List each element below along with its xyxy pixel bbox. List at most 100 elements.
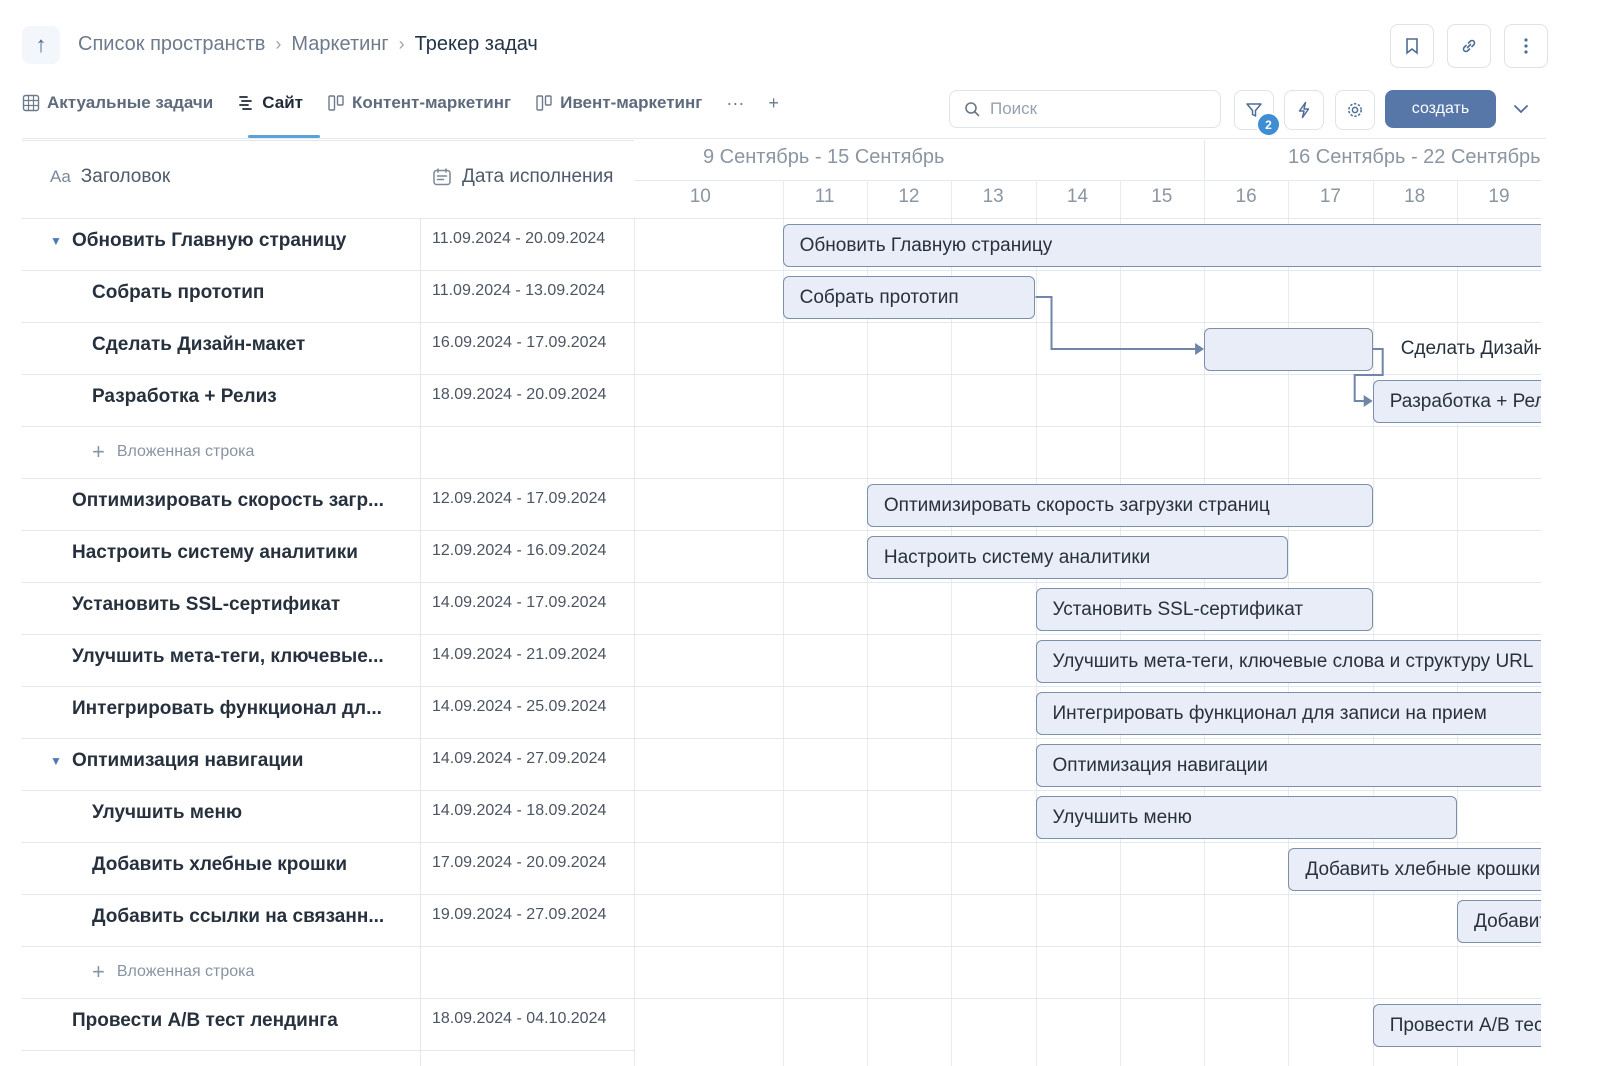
back-up-button[interactable]: ↑ [22,26,60,64]
gantt-bar[interactable]: Собрать прототип [782,276,1036,319]
row-divider [22,218,634,219]
task-title-text: Разработка + Релиз [92,386,277,407]
tab-site[interactable]: Сайт [237,93,303,113]
task-title[interactable]: ▼ Обновить Главную страницу [50,230,346,252]
gantt-bar[interactable]: Провести A/B тест ленди [1372,1004,1541,1047]
tab-content-marketing[interactable]: Контент-маркетинг [327,93,511,113]
task-title[interactable]: Улучшить меню [92,802,242,824]
gantt-bar[interactable]: Улучшить меню [1035,796,1457,839]
timeline-row-divider [634,530,1541,531]
timeline-row-divider [634,634,1541,635]
task-title[interactable]: Настроить систему аналитики [72,542,358,564]
tab-label: Сайт [262,93,303,112]
row-divider [22,322,634,323]
task-date-range[interactable]: 14.09.2024 - 21.09.2024 [432,646,606,664]
task-title[interactable]: ▼ Оптимизация навигации [50,750,303,772]
task-date-range[interactable]: 12.09.2024 - 16.09.2024 [432,542,606,560]
row-divider [22,686,634,687]
row-divider [22,998,634,999]
gantt-bar[interactable]: Установить SSL-сертификат [1035,588,1373,631]
task-date-range[interactable]: 14.09.2024 - 17.09.2024 [432,594,606,612]
copy-link-button[interactable] [1447,24,1491,68]
column-header-title[interactable]: Aa Заголовок [50,166,170,188]
task-title[interactable]: Улучшить мета-теги, ключевые... [72,646,384,668]
task-date-range[interactable]: 14.09.2024 - 25.09.2024 [432,698,606,716]
caret-down-icon[interactable]: ▼ [50,234,62,248]
task-title-text: Интегрировать функционал дл... [72,698,382,719]
add-subrow-button[interactable]: + Вложенная строка [92,959,254,985]
gantt-bar[interactable]: Настроить систему аналитики [866,536,1289,579]
create-button[interactable]: создать [1385,90,1496,128]
add-view-button[interactable]: + [768,93,779,114]
gantt-bar[interactable]: Интегрировать функционал для записи на п… [1035,692,1541,735]
gantt-bar[interactable]: Разработка + Релиз [1372,380,1541,423]
task-title-text: Добавить хлебные крошки [92,854,348,875]
task-title[interactable]: Провести A/B тест лендинга [72,1010,338,1032]
more-options-button[interactable] [1504,24,1548,68]
timeline-row-divider [634,894,1541,895]
add-subrow-button[interactable]: + Вложенная строка [92,439,254,465]
breadcrumb-item-marketing[interactable]: Маркетинг [291,33,388,56]
gantt-bar[interactable]: Добавить ссылк [1457,900,1541,943]
gantt-bar[interactable] [1204,328,1373,371]
timeline-row-divider [634,946,1541,947]
task-date-range[interactable]: 14.09.2024 - 18.09.2024 [432,802,606,820]
settings-button[interactable] [1335,90,1375,130]
task-title[interactable]: Собрать прототип [92,282,264,304]
task-date-range[interactable]: 16.09.2024 - 17.09.2024 [432,334,606,352]
gantt-timeline: 9 Сентябрь - 15 Сентябрь 16 Сентябрь - 22… [634,140,1541,1066]
tab-label: Ивент-маркетинг [560,93,703,112]
search-input[interactable]: Поиск [949,90,1221,128]
task-title[interactable]: Оптимизировать скорость загр... [72,490,384,512]
column-header-label: Заголовок [80,166,171,187]
breadcrumb-item-spaces[interactable]: Список пространств [78,33,265,56]
bookmark-button[interactable] [1390,24,1434,68]
gantt-bar[interactable]: Добавить хлебные крошки [1288,848,1541,891]
row-divider [22,374,634,375]
search-placeholder: Поиск [990,99,1038,118]
dependency-arrow [1035,296,1199,350]
bookmark-icon [1406,38,1418,55]
task-date-range[interactable]: 11.09.2024 - 20.09.2024 [432,230,605,248]
task-title[interactable]: Добавить хлебные крошки [92,854,347,876]
day-label: 13 [982,186,1004,207]
more-views-button[interactable]: ··· [726,93,744,114]
column-header-date[interactable]: Дата исполнения [432,166,613,188]
breadcrumb-item-current: Трекер задач [414,33,538,55]
task-title[interactable]: Добавить ссылки на связанн... [92,906,384,928]
task-date-range[interactable]: 12.09.2024 - 17.09.2024 [432,490,606,508]
gantt-bar[interactable]: Оптимизация навигации [1035,744,1541,787]
day-gridline [1372,180,1374,1066]
caret-down-icon[interactable]: ▼ [50,754,62,768]
timeline-row-divider [634,842,1541,843]
task-title-text: Добавить ссылки на связанн... [92,906,385,927]
task-title[interactable]: Разработка + Релиз [92,386,277,408]
task-title[interactable]: Сделать Дизайн-макет [92,334,305,356]
week-header-divider [634,180,1541,181]
timeline-row-divider [634,582,1541,583]
task-date-range[interactable]: 19.09.2024 - 27.09.2024 [432,906,606,924]
task-date-range[interactable]: 18.09.2024 - 04.10.2024 [432,1010,606,1028]
gantt-bar[interactable]: Обновить Главную страницу [782,224,1541,267]
task-date-range[interactable]: 14.09.2024 - 27.09.2024 [432,750,606,768]
task-title[interactable]: Интегрировать функционал дл... [72,698,382,720]
task-title-text: Оптимизация навигации [72,750,304,771]
task-date-range[interactable]: 17.09.2024 - 20.09.2024 [432,854,606,872]
tab-current-tasks[interactable]: Актуальные задачи [22,93,213,113]
gantt-bar[interactable]: Улучшить мета-теги, ключевые слова и стр… [1035,640,1541,683]
create-dropdown-button[interactable] [1506,94,1536,124]
gantt-bar[interactable]: Оптимизировать скорость загрузки страниц [866,484,1373,527]
day-label: 14 [1066,186,1089,207]
arrowhead [1363,395,1373,407]
day-label: 12 [898,186,920,207]
day-label: 18 [1404,186,1426,207]
timeline-row-divider [634,270,1541,271]
task-title[interactable]: Установить SSL-сертификат [72,594,340,616]
tab-event-marketing[interactable]: Ивент-маркетинг [535,93,702,113]
automation-button[interactable] [1284,90,1324,130]
task-date-range[interactable]: 11.09.2024 - 13.09.2024 [432,282,605,300]
row-divider [22,738,634,739]
row-divider [22,1050,634,1051]
week-label: 9 Сентябрь - 15 Сентябрь [703,146,945,168]
task-date-range[interactable]: 18.09.2024 - 20.09.2024 [432,386,606,404]
